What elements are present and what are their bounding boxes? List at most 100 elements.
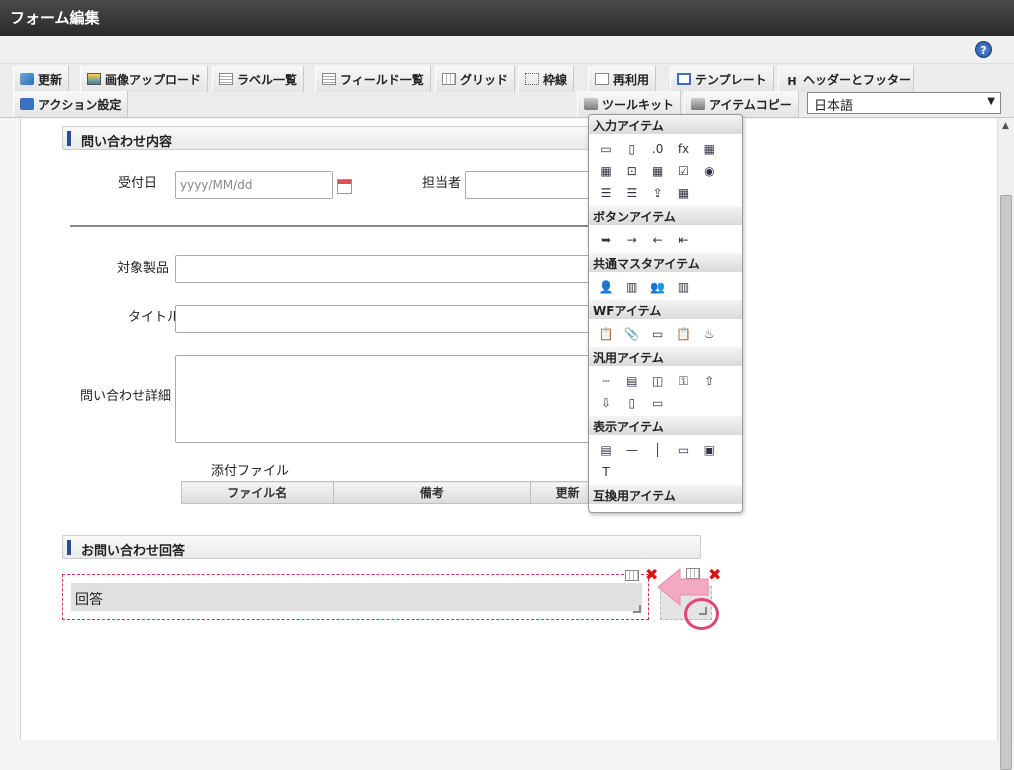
label-icon[interactable]: ▤ bbox=[597, 441, 615, 459]
vertical-scrollbar[interactable]: ▲ bbox=[997, 119, 1014, 770]
template-icon bbox=[677, 73, 691, 85]
toolkit-input-items: ▭ ▯ .0 fx ▦ ▦ ⊡ ▦ ☑ ◉ ☰ ☰ ⇪ ▦ bbox=[589, 134, 742, 206]
product-input[interactable] bbox=[175, 255, 605, 283]
divider bbox=[70, 225, 600, 227]
formula-icon[interactable]: fx bbox=[674, 140, 692, 158]
text-icon[interactable]: T bbox=[597, 463, 615, 481]
key-icon[interactable]: ⚿ bbox=[674, 372, 692, 390]
vertical-line-icon[interactable]: │ bbox=[649, 441, 667, 459]
box-icon[interactable]: ▭ bbox=[674, 441, 692, 459]
image-icon[interactable]: ▭ bbox=[649, 325, 667, 343]
picture-icon[interactable]: ▣ bbox=[700, 441, 718, 459]
details-label: 問い合わせ詳細 bbox=[80, 389, 172, 404]
upload-icon[interactable]: ⇧ bbox=[700, 372, 718, 390]
answer-item-selected[interactable]: 回答 bbox=[62, 574, 649, 620]
window-title: フォーム編集 bbox=[0, 0, 1014, 36]
template-button[interactable]: テンプレート bbox=[670, 66, 774, 92]
product-label: 対象製品 bbox=[117, 261, 170, 276]
hidden-field-icon[interactable]: ┄ bbox=[597, 372, 615, 390]
title-label: タイトル bbox=[128, 310, 181, 325]
table-icon[interactable]: ▦ bbox=[649, 162, 667, 180]
update-button[interactable]: 更新 bbox=[13, 66, 70, 92]
compat-checkbox-icon[interactable]: ☑ bbox=[649, 510, 667, 512]
date-icon[interactable]: ▦ bbox=[700, 140, 718, 158]
calendar-icon[interactable] bbox=[337, 179, 352, 194]
scroll-thumb[interactable] bbox=[1000, 195, 1012, 770]
back-button-icon[interactable]: ← bbox=[649, 231, 667, 249]
toolkit-category-display: 表示アイテム bbox=[589, 416, 742, 435]
details-textarea[interactable] bbox=[175, 355, 605, 443]
number-icon[interactable]: .0 bbox=[649, 140, 667, 158]
return-button-icon[interactable]: ⇤ bbox=[674, 231, 692, 249]
resize-handle-icon[interactable] bbox=[633, 605, 641, 613]
toolkit-general-items: ┄ ▤ ◫ ⚿ ⇧ ⇩ ▯ ▭ bbox=[589, 366, 742, 416]
compat-radio-icon[interactable]: ◉ bbox=[674, 510, 692, 512]
clipboard-icon[interactable]: 📋 bbox=[597, 325, 615, 343]
section-answer-header: お問い合わせ回答 bbox=[62, 535, 701, 559]
image-upload-button[interactable]: 画像アップロード bbox=[80, 66, 209, 92]
horizontal-line-icon[interactable]: — bbox=[623, 441, 641, 459]
toolkit-icon bbox=[584, 98, 598, 110]
column-file-name[interactable]: ファイル名 bbox=[181, 481, 334, 504]
history-icon[interactable]: 📋 bbox=[674, 325, 692, 343]
attachments-table: ファイル名 備考 更新 bbox=[181, 481, 605, 504]
answer-label-field[interactable]: 回答 bbox=[71, 583, 642, 611]
reception-date-input[interactable]: yyyy/MM/dd bbox=[175, 171, 333, 199]
person-in-charge-input[interactable] bbox=[465, 171, 605, 199]
action-settings-button[interactable]: アクション設定 bbox=[13, 91, 129, 117]
person-in-charge-label: 担当者 bbox=[422, 176, 462, 191]
panel-icon[interactable]: ▯ bbox=[623, 394, 641, 412]
company-icon[interactable]: ▥ bbox=[674, 278, 692, 296]
field-list-button[interactable]: フィールド一覧 bbox=[315, 66, 431, 92]
header-footer-button[interactable]: H ヘッダーとフッター bbox=[778, 66, 914, 92]
title-input[interactable] bbox=[175, 305, 605, 333]
image-upload-icon bbox=[87, 73, 101, 85]
organization-icon[interactable]: ▥ bbox=[623, 278, 641, 296]
file-upload-icon[interactable]: ⇪ bbox=[649, 184, 667, 202]
highlight-circle bbox=[684, 598, 719, 630]
attachment-icon[interactable]: 📎 bbox=[623, 325, 641, 343]
label-list-icon bbox=[219, 73, 233, 85]
header-footer-icon: H bbox=[787, 75, 797, 88]
listbox-icon[interactable]: ☰ bbox=[623, 184, 641, 202]
grid-table-icon[interactable]: ▦ bbox=[674, 184, 692, 202]
card-icon[interactable]: ▭ bbox=[649, 394, 667, 412]
grid-icon[interactable] bbox=[625, 570, 639, 581]
scroll-up-icon[interactable]: ▲ bbox=[1002, 121, 1009, 131]
toolkit-category-compat: 互換用アイテム bbox=[589, 485, 742, 504]
next-button-icon[interactable]: → bbox=[623, 231, 641, 249]
toolkit-panel: 入力アイテム ▭ ▯ .0 fx ▦ ▦ ⊡ ▦ ☑ ◉ ☰ ☰ ⇪ ▦ ボタン… bbox=[588, 114, 743, 513]
column-remarks[interactable]: 備考 bbox=[332, 481, 532, 504]
reuse-button[interactable]: 再利用 bbox=[588, 66, 657, 92]
compat-table-icon[interactable]: ▦ bbox=[623, 510, 641, 512]
compat-list-icon[interactable]: ☰ bbox=[700, 510, 718, 512]
camera-icon[interactable]: ◫ bbox=[649, 372, 667, 390]
document-icon[interactable]: ▤ bbox=[623, 372, 641, 390]
language-select[interactable]: 日本語 ▼ bbox=[807, 92, 1001, 114]
stamp-icon[interactable]: ♨ bbox=[700, 325, 718, 343]
toolkit-category-input: 入力アイテム bbox=[589, 115, 742, 134]
toolkit-category-general: 汎用アイテム bbox=[589, 347, 742, 366]
user-icon[interactable]: 👤 bbox=[597, 278, 615, 296]
list-icon[interactable]: ☰ bbox=[597, 184, 615, 202]
dropdown-icon[interactable]: ⊡ bbox=[623, 162, 641, 180]
datetime-icon[interactable]: ▦ bbox=[597, 162, 615, 180]
update-icon bbox=[20, 73, 34, 85]
grid-button[interactable]: グリッド bbox=[435, 66, 516, 92]
checkbox-icon[interactable]: ☑ bbox=[674, 162, 692, 180]
submit-button-icon[interactable]: ➥ bbox=[597, 231, 615, 249]
chevron-down-icon: ▼ bbox=[987, 96, 995, 107]
radio-icon[interactable]: ◉ bbox=[700, 162, 718, 180]
help-icon[interactable]: ? bbox=[975, 41, 992, 58]
download-icon[interactable]: ⇩ bbox=[597, 394, 615, 412]
border-button[interactable]: 枠線 bbox=[518, 66, 575, 92]
toolkit-compat-items: ⊡ ▦ ☑ ◉ ☰ ☰ bbox=[589, 504, 742, 512]
toolkit-master-items: 👤 ▥ 👥 ▥ bbox=[589, 272, 742, 300]
textarea-icon[interactable]: ▯ bbox=[623, 140, 641, 158]
label-list-button[interactable]: ラベル一覧 bbox=[212, 66, 305, 92]
group-icon[interactable]: 👥 bbox=[649, 278, 667, 296]
textbox-icon[interactable]: ▭ bbox=[597, 140, 615, 158]
item-copy-icon bbox=[691, 98, 705, 110]
compat-dropdown-icon[interactable]: ⊡ bbox=[597, 510, 615, 512]
toolkit-display-items: ▤ — │ ▭ ▣ T bbox=[589, 435, 742, 485]
